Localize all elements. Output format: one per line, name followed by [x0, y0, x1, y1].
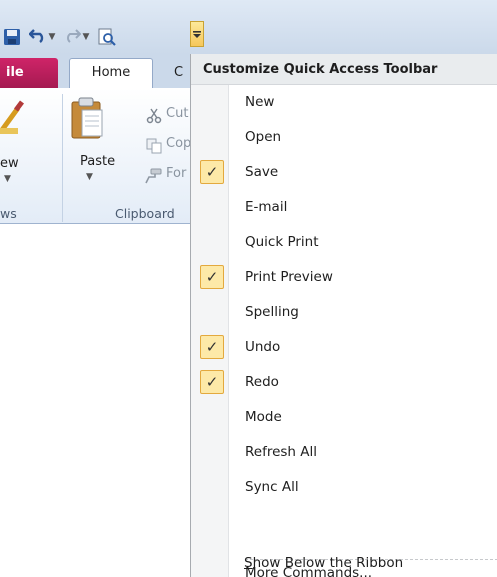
checkmark-icon: ✓	[200, 335, 224, 359]
view-icon	[0, 100, 26, 144]
label-rest: how Below the Ribbon	[252, 555, 404, 571]
menu-item-label: New	[245, 94, 275, 110]
menu-item-label: Undo	[245, 339, 281, 355]
view-dropdown-icon[interactable]: ▼	[4, 174, 11, 184]
menu-item-label: Spelling	[245, 304, 299, 320]
print-preview-icon[interactable]	[96, 26, 118, 48]
tab-next[interactable]: C	[174, 58, 183, 88]
menu-title: Customize Quick Access Toolbar	[191, 54, 497, 85]
menu-item-label: Redo	[245, 374, 279, 390]
menu-item-label: Sync All	[245, 479, 299, 495]
menu-item-open[interactable]: Open	[191, 120, 497, 155]
customize-qat-menu: Customize Quick Access Toolbar New Open ✓ S…	[190, 54, 497, 577]
redo-icon	[63, 27, 81, 47]
copy-icon	[146, 138, 162, 158]
quick-access-toolbar: ▼ ▼	[0, 0, 497, 54]
menu-item-new[interactable]: New	[191, 85, 497, 120]
customize-dropdown-icon[interactable]	[190, 21, 204, 47]
undo-icon	[27, 27, 47, 47]
menu-item-label: Refresh All	[245, 444, 318, 460]
menu-item-label: Show Below the Ribbon	[244, 544, 403, 577]
ribbon-home: ew ▼ ws Paste ▼ Cut Cop For Clipboard	[0, 88, 191, 224]
checkmark-icon: ✓	[200, 265, 224, 289]
menu-item-save[interactable]: ✓ Save	[191, 155, 497, 190]
menu-item-undo[interactable]: ✓ Undo	[191, 330, 497, 365]
redo-dropdown-icon[interactable]: ▼	[83, 32, 90, 42]
menu-item-print-preview[interactable]: ✓ Print Preview	[191, 260, 497, 295]
menu-item-e-mail[interactable]: E-mail	[191, 190, 497, 225]
checkmark-icon: ✓	[200, 160, 224, 184]
menu-item-label: Quick Print	[245, 234, 319, 250]
menu-item-mode[interactable]: Mode	[191, 400, 497, 435]
checkmark-icon: ✓	[200, 370, 224, 394]
undo-dropdown-icon[interactable]: ▼	[49, 32, 56, 42]
views-group-label: ws	[0, 206, 17, 221]
save-icon[interactable]	[2, 26, 22, 48]
redo-button[interactable]: ▼	[60, 26, 92, 48]
format-painter-icon	[144, 168, 162, 188]
format-painter-button[interactable]: For	[166, 166, 186, 181]
menu-item-label: Mode	[245, 409, 282, 425]
tab-home[interactable]: Home	[69, 58, 153, 88]
menu-item-refresh-all[interactable]: Refresh All	[191, 435, 497, 470]
menu-item-label: Save	[245, 164, 279, 180]
view-button[interactable]: ew	[0, 156, 19, 171]
paste-button[interactable]: Paste	[80, 154, 115, 169]
menu-item-label: E-mail	[245, 199, 288, 215]
cut-button[interactable]: Cut	[166, 106, 188, 121]
paste-dropdown-icon[interactable]: ▼	[86, 172, 93, 182]
menu-item-label: Print Preview	[245, 269, 333, 285]
paste-icon[interactable]	[66, 94, 106, 146]
clipboard-group-label: Clipboard	[115, 206, 175, 221]
menu-item-sync-all[interactable]: Sync All	[191, 470, 497, 505]
menu-item-quick-print[interactable]: Quick Print	[191, 225, 497, 260]
group-separator	[62, 94, 63, 222]
copy-button[interactable]: Cop	[166, 136, 191, 151]
menu-item-label: Open	[245, 129, 282, 145]
menu-item-redo[interactable]: ✓ Redo	[191, 365, 497, 400]
tab-file[interactable]: ile	[0, 58, 58, 88]
cut-icon	[146, 108, 162, 128]
menu-item-show-below-ribbon[interactable]: Show Below the Ribbon	[190, 544, 497, 577]
undo-button[interactable]: ▼	[26, 26, 58, 48]
menu-item-spelling[interactable]: Spelling	[191, 295, 497, 330]
access-key: S	[244, 555, 253, 571]
